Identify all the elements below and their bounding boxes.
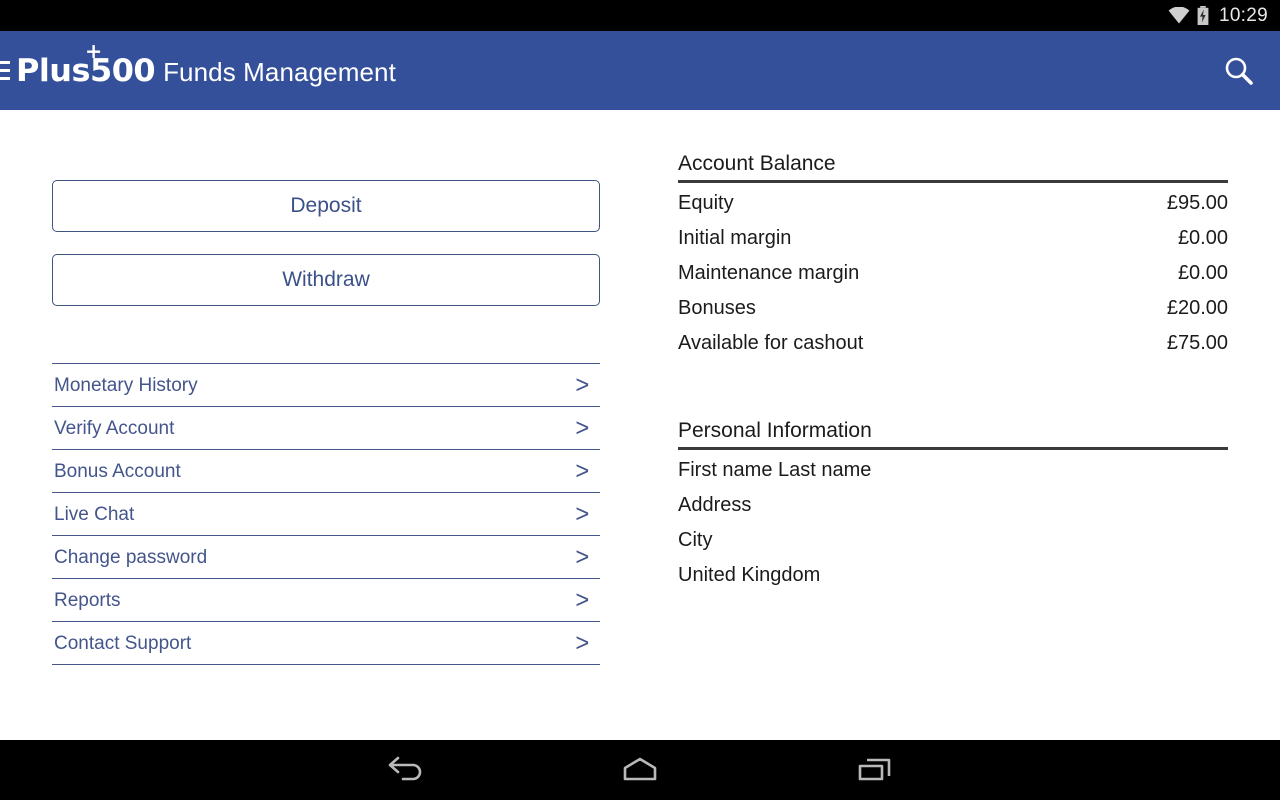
deposit-button[interactable]: Deposit <box>52 180 600 232</box>
menu-item-live-chat[interactable]: Live Chat > <box>52 493 600 536</box>
balance-row-equity: Equity £95.00 <box>678 186 1228 221</box>
section-divider <box>678 180 1228 184</box>
menu-list: Monetary History > Verify Account > Bonu… <box>52 363 600 665</box>
balance-value: £75.00 <box>1166 332 1228 355</box>
account-balance-title: Account Balance <box>678 152 836 175</box>
chevron-right-icon: > <box>575 628 590 657</box>
personal-information-title: Personal Information <box>678 419 872 443</box>
chevron-right-icon: > <box>575 370 590 399</box>
personal-info-name: First name Last name <box>678 459 872 482</box>
withdraw-button[interactable]: Withdraw <box>52 254 600 306</box>
balance-value: £20.00 <box>1166 297 1228 320</box>
right-column: Account Balance Equity £95.00 Initial ma… <box>678 152 1228 593</box>
home-button[interactable] <box>610 746 670 794</box>
menu-item-verify-account[interactable]: Verify Account > <box>52 407 600 450</box>
balance-row-available-for-cashout: Available for cashout £75.00 <box>678 326 1228 361</box>
recent-apps-icon <box>858 758 891 781</box>
menu-item-label: Live Chat <box>54 503 135 525</box>
home-icon <box>623 757 657 781</box>
chevron-right-icon: > <box>575 542 590 571</box>
brand: Plus500 + Funds Management <box>16 41 396 89</box>
menu-item-label: Bonus Account <box>54 460 181 482</box>
chevron-right-icon: > <box>575 413 590 442</box>
hamburger-bar <box>0 77 10 80</box>
menu-item-label: Reports <box>54 589 121 611</box>
menu-item-label: Monetary History <box>54 374 198 396</box>
left-column: Deposit Withdraw Monetary History > Veri… <box>52 180 600 665</box>
balance-label: Bonuses <box>678 297 756 320</box>
hamburger-bar <box>0 61 10 64</box>
balance-row-maintenance-margin: Maintenance margin £0.00 <box>678 256 1228 291</box>
balance-value: £0.00 <box>1177 227 1228 250</box>
hamburger-menu-icon[interactable] <box>0 61 10 80</box>
menu-item-change-password[interactable]: Change password > <box>52 536 600 579</box>
search-button[interactable] <box>1216 48 1262 94</box>
android-nav-bar <box>0 740 1280 800</box>
balance-row-bonuses: Bonuses £20.00 <box>678 291 1228 326</box>
balance-label: Initial margin <box>678 227 792 250</box>
personal-info-city: City <box>678 529 713 552</box>
page-title: Funds Management <box>163 56 396 87</box>
balance-label: Available for cashout <box>678 332 864 355</box>
chevron-right-icon: > <box>575 585 590 614</box>
balance-label: Equity <box>678 192 734 215</box>
personal-info-country: United Kingdom <box>678 564 821 587</box>
balance-value: £95.00 <box>1166 192 1228 215</box>
battery-charging-icon <box>1197 6 1209 25</box>
personal-info-address: Address <box>678 494 752 517</box>
chevron-right-icon: > <box>575 499 590 528</box>
menu-item-reports[interactable]: Reports > <box>52 579 600 622</box>
menu-item-monetary-history[interactable]: Monetary History > <box>52 364 600 407</box>
section-divider <box>678 447 1228 451</box>
menu-item-label: Change password <box>54 546 208 568</box>
status-icons: 10:29 <box>1168 5 1268 27</box>
menu-item-label: Verify Account <box>54 417 175 439</box>
balance-row-initial-margin: Initial margin £0.00 <box>678 221 1228 256</box>
back-button[interactable] <box>375 746 435 794</box>
chevron-right-icon: > <box>575 456 590 485</box>
hamburger-bar <box>0 69 10 72</box>
balance-label: Maintenance margin <box>678 262 860 285</box>
app-header: Plus500 + Funds Management <box>0 31 1280 110</box>
android-status-bar: 10:29 <box>0 0 1280 31</box>
menu-item-contact-support[interactable]: Contact Support > <box>52 622 600 665</box>
main-content: Deposit Withdraw Monetary History > Veri… <box>0 110 1280 740</box>
menu-item-label: Contact Support <box>54 632 192 654</box>
balance-value: £0.00 <box>1177 262 1228 285</box>
status-clock: 10:29 <box>1218 4 1268 26</box>
plus500-logo: Plus500 + <box>16 41 156 89</box>
account-balance-section: Account Balance Equity £95.00 Initial ma… <box>678 152 1228 361</box>
menu-item-bonus-account[interactable]: Bonus Account > <box>52 450 600 493</box>
back-arrow-icon <box>388 756 422 781</box>
personal-information-section: Personal Information First name Last nam… <box>678 419 1228 593</box>
plus-mark-icon: + <box>84 38 102 63</box>
recent-apps-button[interactable] <box>845 746 905 794</box>
search-icon <box>1225 57 1253 85</box>
wifi-icon <box>1168 7 1190 24</box>
